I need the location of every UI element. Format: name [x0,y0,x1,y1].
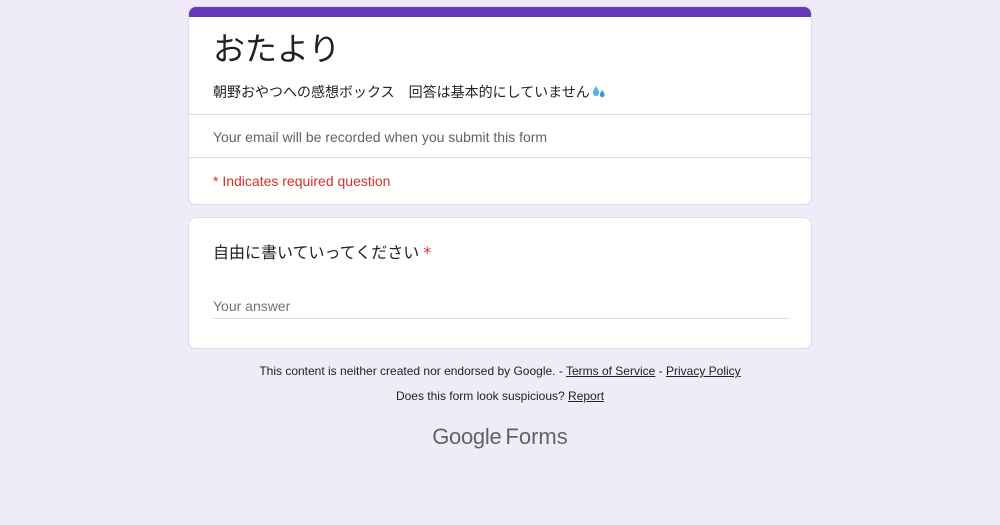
question-title-text: 自由に書いていってください [213,243,420,262]
report-link[interactable]: Report [568,389,604,403]
privacy-policy-link[interactable]: Privacy Policy [666,364,741,378]
suspicious-form-text: Does this form look suspicious? [395,389,565,403]
form-title: おたより [213,30,341,68]
answer-input[interactable] [213,294,789,319]
header-divider-1 [189,114,811,115]
email-recorded-note: Your email will be recorded when you sub… [213,129,548,145]
form-description: 朝野おやつへの感想ボックス 回答は基本的にしていません [213,83,606,103]
form-header-card: おたより 朝野おやつへの感想ボックス 回答は基本的にしていません Your em… [188,6,812,205]
form-container: おたより 朝野おやつへの感想ボックス 回答は基本的にしていません Your em… [188,6,812,349]
footer-disclaimer-line: This content is neither created nor endo… [188,364,812,378]
sweat-droplets-icon [592,86,605,98]
question-card: 自由に書いていってください * [188,217,812,349]
form-accent-bar [189,7,811,17]
google-wordmark: Google [432,424,502,449]
google-forms-logo[interactable]: Google Forms [188,424,812,450]
form-description-text: 朝野おやつへの感想ボックス 回答は基本的にしていません [213,85,590,101]
footer-report-line: Does this form look suspicious? Report [188,389,812,403]
forms-wordmark: Forms [505,424,568,449]
terms-of-service-link[interactable]: Terms of Service [566,364,655,378]
required-question-note: * Indicates required question [213,173,391,189]
required-asterisk: * [423,243,432,262]
question-title: 自由に書いていってください * [213,242,431,264]
footer-separator: - [658,364,663,378]
footer-disclaimer: This content is neither created nor endo… [259,364,563,378]
header-divider-2 [189,157,811,158]
